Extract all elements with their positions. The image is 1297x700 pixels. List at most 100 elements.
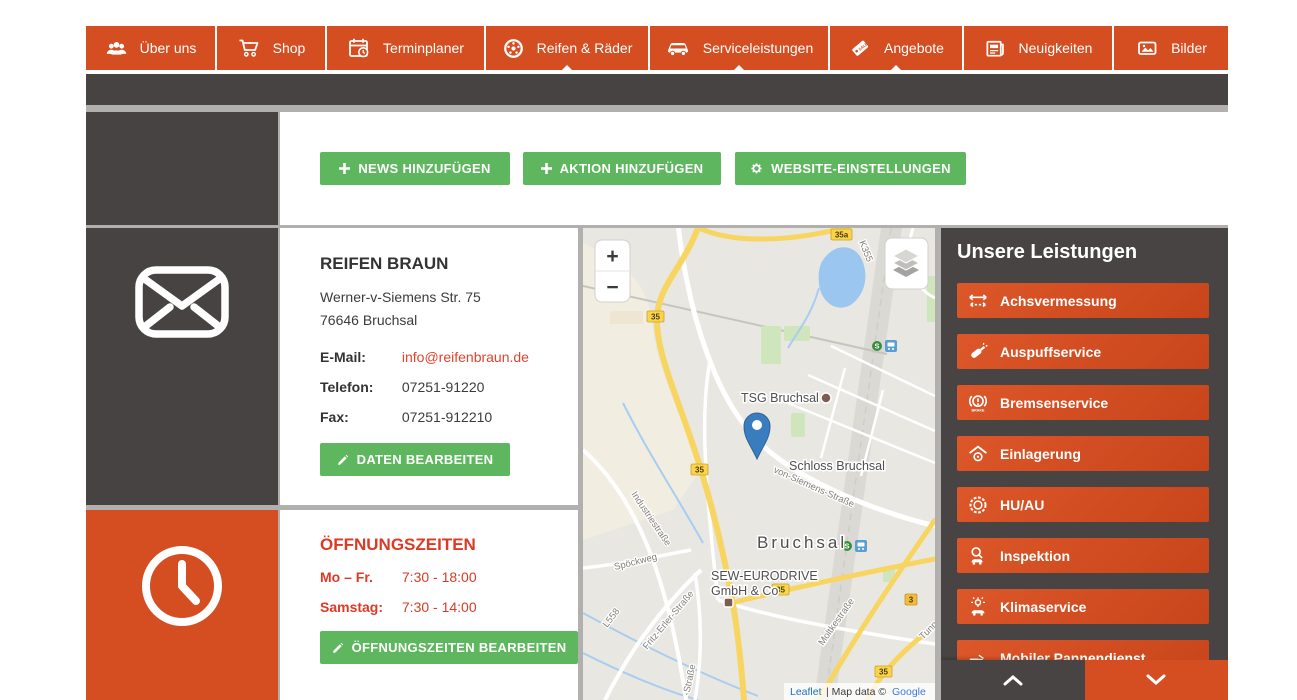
website-settings-button[interactable]: WEBSITE-EINSTELLUNGEN [735,152,966,185]
magnifier-car-icon [967,545,989,567]
car-icon [665,36,691,60]
edit-hours-button[interactable]: ÖFFNUNGSZEITEN BEARBEITEN [320,631,578,664]
zoom-in-button[interactable]: + [606,245,618,268]
services-title: Unsere Leistungen [941,228,1228,264]
sale-tag-icon: SALE [848,36,872,60]
add-news-button[interactable]: NEWS HINZUFÜGEN [320,152,510,185]
service-klimaservice[interactable]: Klimaservice [957,589,1209,624]
svg-text:| Map data ©: | Map data © [826,686,886,698]
service-auspuffservice[interactable]: Auspuffservice [957,334,1209,369]
nav-item-reifen-raeder[interactable]: Reifen & Räder [486,26,648,70]
email-link[interactable]: info@reifenbraun.de [402,349,529,365]
nav-item-neuigkeiten[interactable]: Neuigkeiten [964,26,1112,70]
services-scroll-down-button[interactable] [1085,660,1229,700]
hours-value: 7:30 - 18:00 [402,569,477,585]
newspaper-icon [984,37,1007,60]
svg-text:SEW-EURODRIVE: SEW-EURODRIVE [711,569,818,583]
svg-text:S: S [874,342,879,351]
contact-panel: REIFEN BRAUN Werner-v-Siemens Str. 75 76… [280,228,578,505]
plus-icon [339,163,350,174]
inspection-seal-icon [967,494,989,516]
svg-text:3: 3 [909,596,914,605]
contact-icon-block [86,228,278,505]
nav-label: Serviceleistungen [703,40,814,56]
svg-text:35: 35 [695,466,704,475]
nav-item-ueber-uns[interactable]: Über uns [86,26,215,70]
main-nav: Über uns Shop Terminplaner Reifen & Räde… [86,26,1228,70]
people-icon [105,37,128,60]
service-achsvermessung[interactable]: Achsvermessung [957,283,1209,318]
clock-icon [136,540,228,632]
hours-label: Samstag: [320,599,398,615]
zoom-out-button[interactable]: − [606,276,618,299]
hours-label: Mo – Fr. [320,569,398,585]
service-bremsenservice[interactable]: BRAKE Bremsenservice [957,385,1209,420]
hours-icon-block [86,510,278,700]
service-einlagerung[interactable]: Einlagerung [957,436,1209,471]
nav-active-caret [891,65,901,70]
phone-value: 07251-91220 [402,379,485,395]
map-attribution: Leaflet | Map data © Google [784,683,935,700]
edit-contact-label: DATEN BEARBEITEN [357,452,494,467]
svg-text:Bruchsal: Bruchsal [757,533,847,552]
nav-active-caret [734,65,744,70]
company-street: Werner-v-Siemens Str. 75 [320,286,560,309]
opening-hours-title: ÖFFNUNGSZEITEN [320,535,560,555]
svg-text:Schloss Bruchsal: Schloss Bruchsal [789,459,885,473]
pencil-icon [337,454,349,466]
service-hu-au[interactable]: HU/AU [957,487,1209,522]
fax-label: Fax: [320,409,398,425]
nav-label: Über uns [140,40,197,56]
envelope-icon [134,265,230,339]
hours-value: 7:30 - 14:00 [402,599,477,615]
calendar-clock-icon [347,36,371,60]
decor-dark-block [86,112,278,225]
services-scroll-up-button[interactable] [941,660,1085,700]
tire-icon [502,37,525,60]
pencil-icon [332,642,344,654]
phone-label: Telefon: [320,379,398,395]
svg-text:35: 35 [651,313,660,322]
map-panel[interactable]: von-Siemens-Straße Industriestraße Spöck… [583,228,935,700]
svg-text:GmbH & Co: GmbH & Co [711,584,778,598]
leaflet-link[interactable]: Leaflet [790,686,822,698]
nav-label: Terminplaner [383,40,464,56]
cart-icon [237,36,261,60]
nav-active-caret [562,65,572,70]
layers-control[interactable] [885,238,928,289]
plus-icon [541,163,552,174]
storage-icon [967,443,989,465]
hours-row-saturday: Samstag: 7:30 - 14:00 [320,599,560,615]
secondary-bar [86,74,1228,105]
sew-poi[interactable] [724,598,733,607]
nav-item-angebote[interactable]: SALE Angebote [830,26,962,70]
nav-item-serviceleistungen[interactable]: Serviceleistungen [650,26,828,70]
email-label: E-Mail: [320,349,398,365]
nav-item-bilder[interactable]: Bilder [1114,26,1228,70]
nav-item-terminplaner[interactable]: Terminplaner [327,26,484,70]
picture-icon [1135,36,1159,60]
nav-item-shop[interactable]: Shop [217,26,325,70]
map-canvas[interactable]: von-Siemens-Straße Industriestraße Spöck… [583,228,935,700]
edit-contact-button[interactable]: DATEN BEARBEITEN [320,443,510,476]
google-link[interactable]: Google [892,686,926,698]
email-row: E-Mail: info@reifenbraun.de [320,349,560,365]
zoom-control[interactable]: + − [595,240,630,302]
website-settings-label: WEBSITE-EINSTELLUNGEN [771,161,951,176]
add-aktion-button[interactable]: AKTION HINZUFÜGEN [523,152,721,185]
admin-actions-panel: NEWS HINZUFÜGEN AKTION HINZUFÜGEN WEBSIT… [280,112,1228,225]
edit-hours-label: ÖFFNUNGSZEITEN BEARBEITEN [352,640,567,655]
tsg-poi[interactable] [821,393,831,403]
services-panel: Unsere Leistungen Achsvermessung Auspuff… [941,228,1228,700]
service-inspektion[interactable]: Inspektion [957,538,1209,573]
nav-label: Bilder [1171,40,1207,56]
fax-value: 07251-912210 [402,409,492,425]
content-area: NEWS HINZUFÜGEN AKTION HINZUFÜGEN WEBSIT… [86,105,1228,700]
axle-measure-icon [967,290,989,312]
add-news-label: NEWS HINZUFÜGEN [358,161,490,176]
nav-label: Shop [273,40,306,56]
nav-label: Reifen & Räder [537,40,633,56]
hours-row-weekdays: Mo – Fr. 7:30 - 18:00 [320,569,560,585]
company-name: REIFEN BRAUN [320,254,560,274]
add-aktion-label: AKTION HINZUFÜGEN [560,161,704,176]
